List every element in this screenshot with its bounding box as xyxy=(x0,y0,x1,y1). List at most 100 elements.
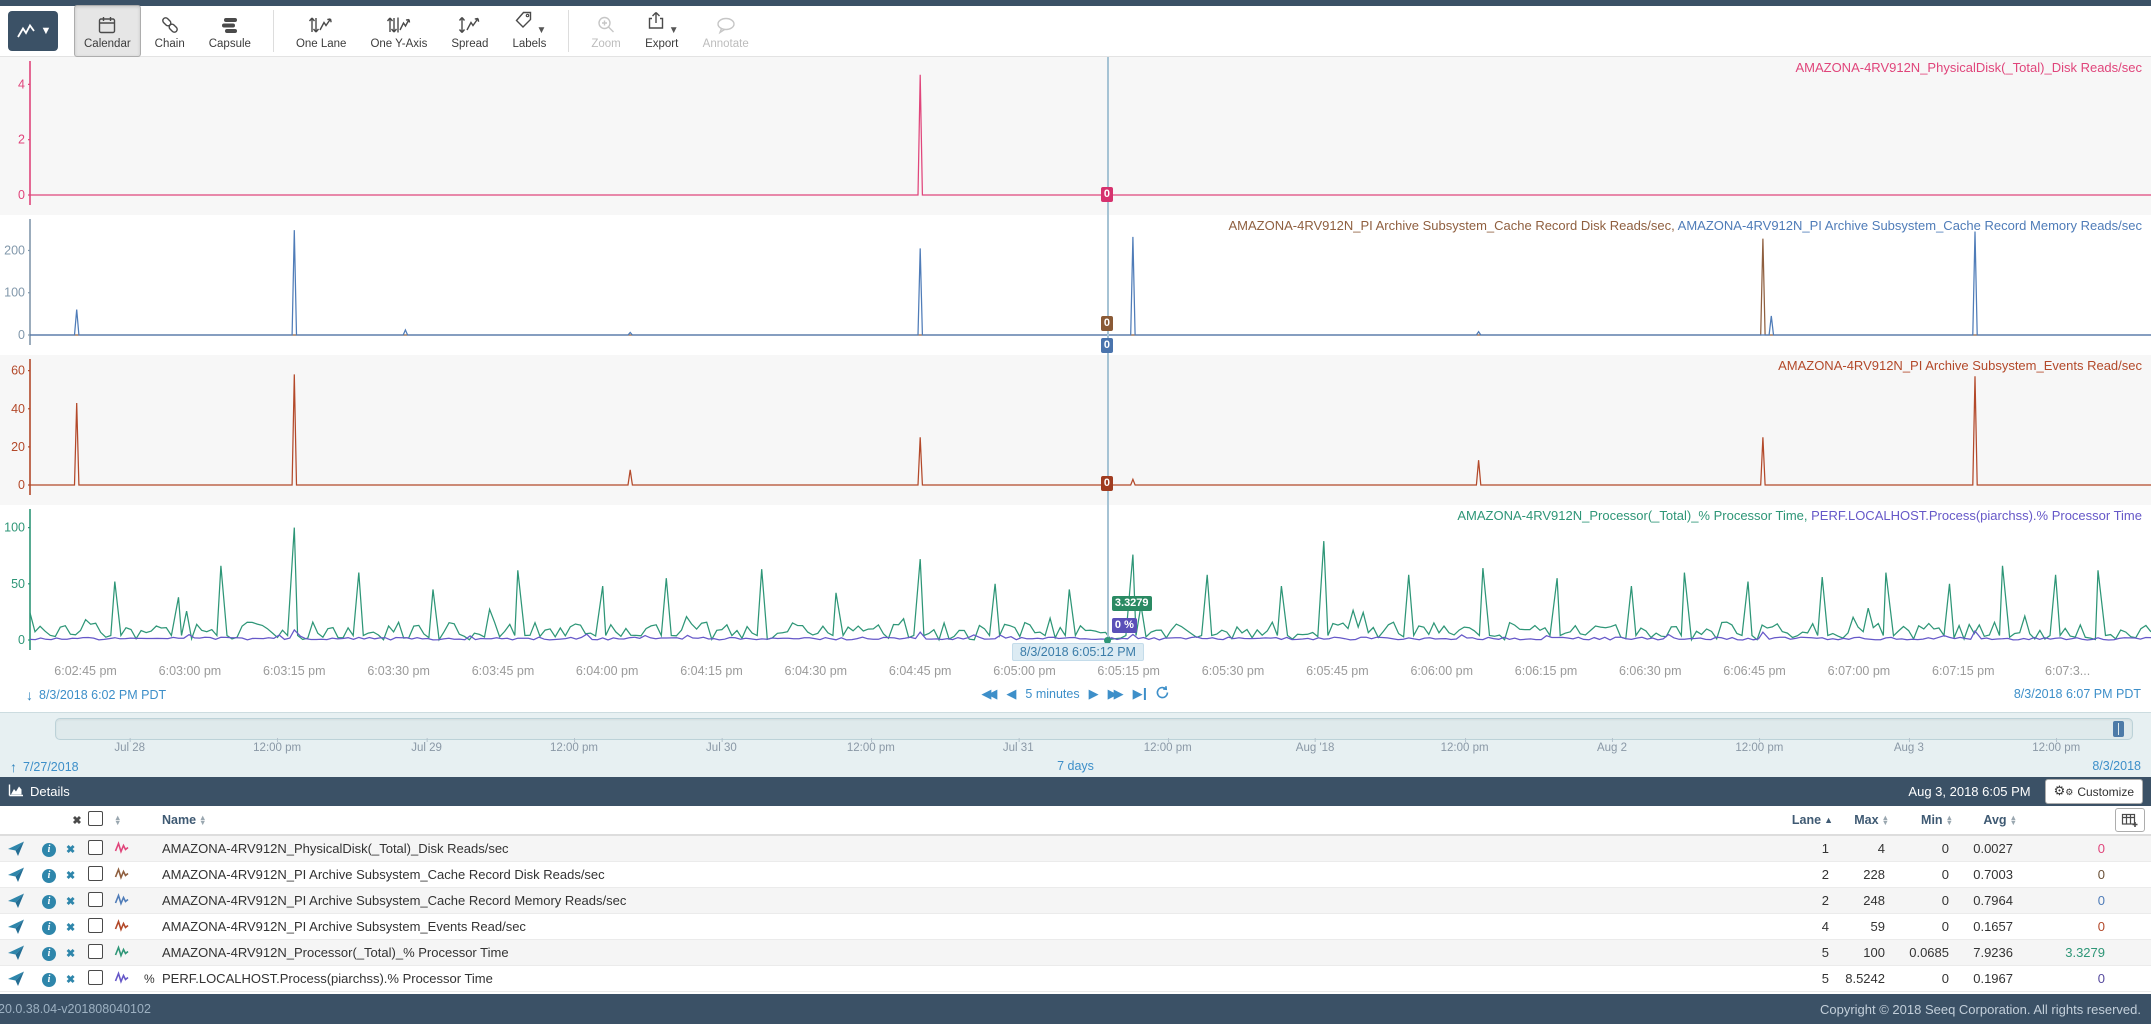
zoom-button[interactable]: Zoom xyxy=(581,5,630,57)
send-icon[interactable] xyxy=(6,942,24,960)
info-icon[interactable] xyxy=(42,947,56,961)
spread-button[interactable]: Spread xyxy=(441,5,498,57)
row-checkbox[interactable] xyxy=(88,970,103,985)
chart-lane-4[interactable]: 050100AMAZONA-4RV912N_Processor(_Total)_… xyxy=(0,505,2151,660)
cursor-value: 0 xyxy=(2017,919,2109,934)
range-start-label[interactable]: 8/3/2018 6:02 PM PDT xyxy=(39,688,166,702)
lane-value: 2 xyxy=(1775,893,1833,908)
remove-icon[interactable] xyxy=(66,844,75,856)
max-value: 59 xyxy=(1833,919,1889,934)
one-y-axis-button[interactable]: One Y-Axis xyxy=(360,5,437,57)
table-row[interactable]: %PERF.LOCALHOST.Process(piarchss).% Proc… xyxy=(0,966,2151,992)
info-icon[interactable] xyxy=(42,869,56,883)
x-axis-tick: 6:05:15 pm xyxy=(1097,664,1160,678)
row-checkbox[interactable] xyxy=(88,866,103,881)
row-checkbox[interactable] xyxy=(88,892,103,907)
row-checkbox[interactable] xyxy=(88,918,103,933)
column-min[interactable]: Min xyxy=(1921,813,1943,827)
send-icon[interactable] xyxy=(6,916,24,934)
duration-label[interactable]: 5 minutes xyxy=(1025,687,1079,701)
column-name[interactable]: Name xyxy=(162,813,196,827)
chart-lane-3[interactable]: 0204060AMAZONA-4RV912N_PI Archive Subsys… xyxy=(0,355,2151,505)
refresh-icon[interactable] xyxy=(1155,685,1170,703)
step-to-end-button[interactable]: ▶ xyxy=(1133,688,1146,700)
info-icon[interactable] xyxy=(42,973,56,987)
send-icon[interactable] xyxy=(6,968,24,986)
chain-button[interactable]: Chain xyxy=(145,5,195,57)
speech-bubble-icon xyxy=(714,13,738,36)
timeline-selection-handle[interactable] xyxy=(2113,721,2124,737)
sort-icon[interactable]: ▲▼ xyxy=(199,815,206,826)
info-icon[interactable] xyxy=(42,843,56,857)
column-lane[interactable]: Lane xyxy=(1792,813,1821,827)
send-icon[interactable] xyxy=(6,838,24,856)
capsule-button[interactable]: Capsule xyxy=(199,5,261,57)
trend-view-menu-button[interactable]: ▼ xyxy=(8,11,58,51)
timeline-tick: Jul 30 xyxy=(706,742,737,754)
chain-icon xyxy=(159,13,181,36)
lanes[interactable]: 024AMAZONA-4RV912N_PhysicalDisk(_Total)_… xyxy=(0,57,2151,660)
calendar-icon xyxy=(96,13,118,36)
step-back-much-button[interactable]: ◀◀ xyxy=(981,686,997,702)
calendar-button[interactable]: Calendar xyxy=(74,5,141,57)
remove-all-icon[interactable] xyxy=(66,814,88,827)
series-name[interactable]: AMAZONA-4RV912N_PI Archive Subsystem_Cac… xyxy=(162,867,1775,882)
column-max[interactable]: Max xyxy=(1854,813,1878,827)
one-lane-button[interactable]: One Lane xyxy=(286,5,357,57)
chart-lane-2[interactable]: 0100200AMAZONA-4RV912N_PI Archive Subsys… xyxy=(0,215,2151,355)
customize-button[interactable]: ⚙⚙ Customize xyxy=(2045,779,2143,804)
sort-icon[interactable]: ▲▼ xyxy=(2010,815,2017,826)
table-row[interactable]: AMAZONA-4RV912N_PI Archive Subsystem_Cac… xyxy=(0,862,2151,888)
svg-text:50: 50 xyxy=(11,577,25,591)
table-row[interactable]: AMAZONA-4RV912N_PI Archive Subsystem_Eve… xyxy=(0,914,2151,940)
table-row[interactable]: AMAZONA-4RV912N_PhysicalDisk(_Total)_Dis… xyxy=(0,836,2151,862)
sort-icon[interactable]: ▲▼ xyxy=(114,815,121,826)
svg-text:4: 4 xyxy=(18,77,25,91)
remove-icon[interactable] xyxy=(66,948,75,960)
magnifier-icon xyxy=(595,13,617,36)
chart-lane-1[interactable]: 024AMAZONA-4RV912N_PhysicalDisk(_Total)_… xyxy=(0,57,2151,215)
row-checkbox[interactable] xyxy=(88,944,103,959)
sort-asc-icon[interactable]: ▲ xyxy=(1824,815,1833,825)
timeline-bar[interactable] xyxy=(55,718,2133,740)
remove-icon[interactable] xyxy=(66,896,75,908)
range-end-label[interactable]: 8/3/2018 6:07 PM PDT xyxy=(2014,687,2141,701)
spread-label: Spread xyxy=(451,38,488,50)
max-value: 8.5242 xyxy=(1833,971,1889,986)
annotate-button[interactable]: Annotate xyxy=(693,5,759,57)
row-checkbox[interactable] xyxy=(88,840,103,855)
step-forward-button[interactable]: ▶ xyxy=(1089,686,1099,702)
min-value: 0 xyxy=(1889,971,1953,986)
series-name[interactable]: PERF.LOCALHOST.Process(piarchss).% Proce… xyxy=(162,971,1775,986)
info-icon[interactable] xyxy=(42,921,56,935)
export-button[interactable]: ▼ Export xyxy=(635,5,689,57)
add-column-button[interactable] xyxy=(2115,808,2145,832)
zoom-label: Zoom xyxy=(591,38,620,50)
step-back-button[interactable]: ◀ xyxy=(1006,686,1016,702)
series-name[interactable]: AMAZONA-4RV912N_PhysicalDisk(_Total)_Dis… xyxy=(162,841,1775,856)
timeline-start-date[interactable]: 7/27/2018 xyxy=(23,760,79,774)
send-icon[interactable] xyxy=(6,864,24,882)
toolbar-separator xyxy=(273,10,274,52)
min-value: 0 xyxy=(1889,867,1953,882)
sort-icon[interactable]: ▲▼ xyxy=(1946,815,1953,826)
labels-button[interactable]: ▼ Labels xyxy=(502,5,556,57)
timeline-duration[interactable]: 7 days xyxy=(1057,759,1094,773)
info-icon[interactable] xyxy=(42,895,56,909)
remove-icon[interactable] xyxy=(66,870,75,882)
remove-icon[interactable] xyxy=(66,922,75,934)
table-row[interactable]: AMAZONA-4RV912N_Processor(_Total)_% Proc… xyxy=(0,940,2151,966)
one-lane-icon xyxy=(308,13,334,36)
remove-icon[interactable] xyxy=(66,974,75,986)
timeline-end-date[interactable]: 8/3/2018 xyxy=(2092,759,2141,773)
cursor-value-badge: 0 xyxy=(1101,476,1113,491)
send-icon[interactable] xyxy=(6,890,24,908)
column-avg[interactable]: Avg xyxy=(1983,813,2006,827)
step-forward-much-button[interactable]: ▶▶ xyxy=(1108,686,1124,702)
series-name[interactable]: AMAZONA-4RV912N_PI Archive Subsystem_Eve… xyxy=(162,919,1775,934)
sort-icon[interactable]: ▲▼ xyxy=(1882,815,1889,826)
table-row[interactable]: AMAZONA-4RV912N_PI Archive Subsystem_Cac… xyxy=(0,888,2151,914)
series-name[interactable]: AMAZONA-4RV912N_PI Archive Subsystem_Cac… xyxy=(162,893,1775,908)
series-name[interactable]: AMAZONA-4RV912N_Processor(_Total)_% Proc… xyxy=(162,945,1775,960)
select-all-checkbox[interactable] xyxy=(88,811,103,826)
